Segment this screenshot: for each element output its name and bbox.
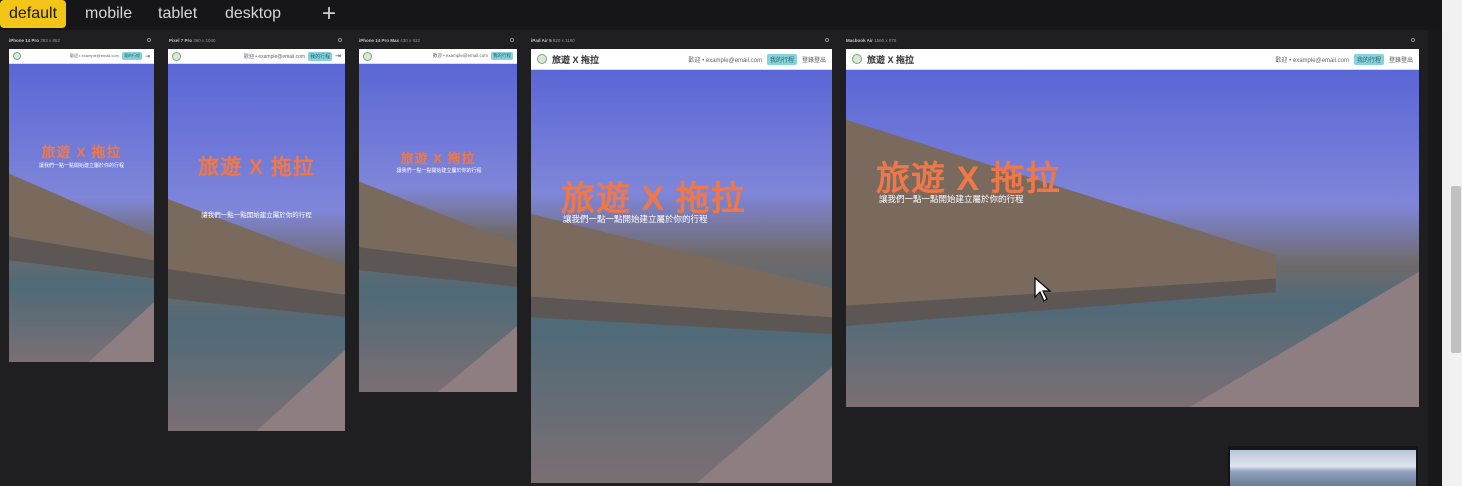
hero-title: 旅遊 X 拖拉 [400,151,476,166]
settings-gear-icon[interactable] [510,38,514,42]
device-label-pixel7pro: Pixel 7 Pro 360 x 1040 [169,38,216,43]
welcome-email: 歡迎 • example@email.com [432,53,488,58]
device-label-iphone14promax: iPhone 14 Pro Max 430 x 932 [359,38,421,43]
logo-icon[interactable] [172,51,181,61]
hero-title: 旅遊 X 拖拉 [198,156,315,179]
logo-icon[interactable] [537,54,547,64]
hero-background-image [531,69,832,483]
device-frame-iphone14promax: 歡迎 • example@email.com 我的行程 旅遊 X 拖拉 讓我們一… [359,49,517,392]
logout-icon[interactable]: ⇥ [335,52,341,60]
hero-subtitle: 讓我們一點一點開始建立屬於你的行程 [38,163,124,169]
scrollbar-thumb[interactable] [1451,186,1461,353]
welcome-email: 歡迎 • example@email.com [69,53,119,58]
logo-icon[interactable] [13,52,21,60]
logo-icon[interactable] [363,51,372,61]
preview-thumbnail [1230,450,1416,486]
site-navbar: 旅遊 X 拖拉 歡迎 • example@email.com 我的行程 登錄登出 [531,49,832,70]
hero-subtitle: 讓我們一點一點開始建立屬於你的行程 [563,214,708,224]
hero-background-image [846,69,1419,407]
welcome-email: 歡迎 • example@email.com [243,53,306,60]
canvas-edge [1428,30,1442,486]
tab-tablet[interactable]: tablet [158,0,197,28]
device-label-macbookair: Macbook Air 1560 x 975 [846,38,897,43]
my-trips-button[interactable]: 我的行程 [121,52,142,60]
brand-name[interactable]: 旅遊 X 拖拉 [867,53,914,66]
device-frame-ipadair5: 旅遊 X 拖拉 歡迎 • example@email.com 我的行程 登錄登出… [531,49,832,483]
settings-gear-icon[interactable] [338,38,342,42]
site-navbar: 旅遊 X 拖拉 歡迎 • example@email.com 我的行程 登錄登出 [846,49,1419,70]
my-trips-button[interactable]: 我的行程 [491,52,513,60]
logout-icon[interactable]: ⇥ [145,53,150,60]
hero-background-image [168,63,345,431]
hero-title: 旅遊 X 拖拉 [41,144,122,160]
my-trips-button[interactable]: 我的行程 [766,53,797,65]
device-frame-iphone14pro: 歡迎 • example@email.com 我的行程 ⇥ 旅遊 X 拖拉 讓我… [9,49,154,362]
logout-button[interactable]: 登錄登出 [1389,55,1413,64]
device-label-ipadair5: iPad Air 5 820 x 1180 [531,38,575,43]
settings-gear-icon[interactable] [1411,38,1415,42]
hero-subtitle: 讓我們一點一點開始建立屬於你的行程 [201,212,312,219]
logout-button[interactable]: 登錄登出 [802,55,826,64]
logo-icon[interactable] [852,54,862,64]
brand-name[interactable]: 旅遊 X 拖拉 [552,53,599,66]
welcome-email: 歡迎 • example@email.com [688,57,762,64]
additional-device-frame [1228,446,1418,486]
hero-subtitle: 讓我們一點一點開始建立屬於你的行程 [396,168,482,174]
tab-desktop[interactable]: desktop [225,0,281,28]
tab-mobile[interactable]: mobile [85,0,132,28]
hero-background-image [9,63,154,362]
hero-background-image [359,63,517,392]
device-label-iphone14pro: iPhone 14 Pro 393 x 852 [9,38,61,43]
site-navbar: 歡迎 • example@email.com 我的行程 ⇥ [168,49,345,64]
welcome-email: 歡迎 • example@email.com [1275,57,1349,64]
settings-gear-icon[interactable] [147,38,151,42]
my-trips-button[interactable]: 我的行程 [308,51,333,61]
plus-icon[interactable]: + [322,0,336,28]
device-frame-pixel7pro: 歡迎 • example@email.com 我的行程 ⇥ 旅遊 X 拖拉 讓我… [168,49,345,431]
my-trips-button[interactable]: 我的行程 [1353,53,1384,65]
mouse-cursor-icon [1034,277,1052,302]
hero-subtitle: 讓我們一點一點開始建立屬於你的行程 [879,194,1024,204]
site-navbar: 歡迎 • example@email.com 我的行程 [359,49,517,64]
tab-default[interactable]: default [0,0,67,28]
device-frame-macbookair: 旅遊 X 拖拉 歡迎 • example@email.com 我的行程 登錄登出… [846,49,1419,407]
settings-gear-icon[interactable] [825,38,829,42]
preview-tab-bar: default mobile tablet desktop + [0,0,1442,30]
site-navbar: 歡迎 • example@email.com 我的行程 ⇥ [9,49,154,64]
